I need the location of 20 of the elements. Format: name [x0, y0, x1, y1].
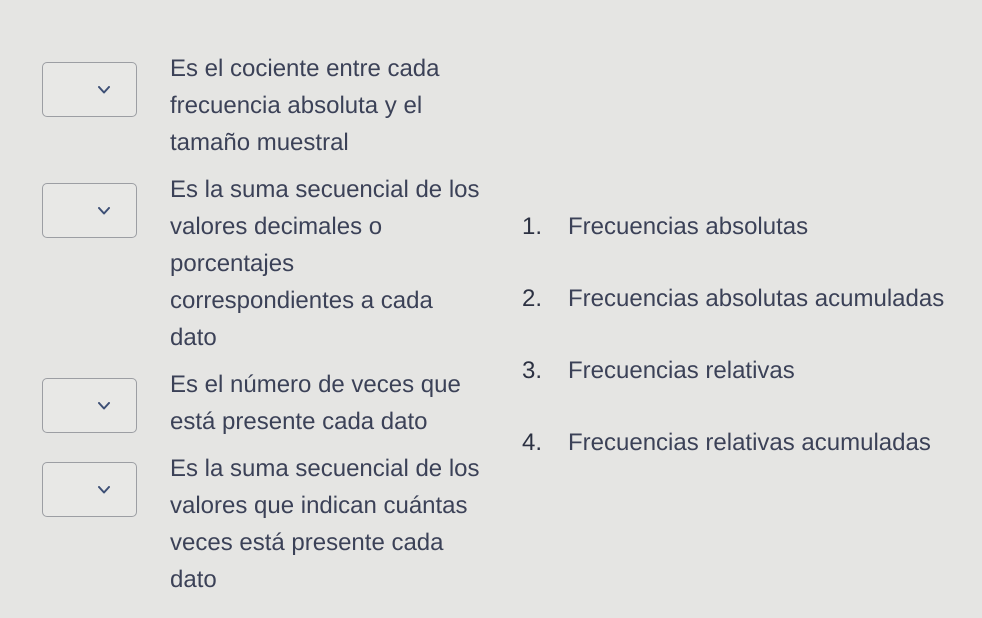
chevron-down-icon: [98, 86, 110, 94]
option-number: 2.: [522, 284, 544, 314]
option-number: 3.: [522, 356, 544, 386]
answer-dropdown[interactable]: [42, 62, 137, 117]
option-number: 1.: [522, 212, 544, 242]
chevron-down-icon: [98, 206, 110, 214]
answer-dropdown[interactable]: [42, 183, 137, 238]
chevron-down-icon: [98, 486, 110, 494]
statement-text: Es el número de veces que está presente cada dato: [170, 370, 462, 437]
answer-dropdown[interactable]: [42, 378, 137, 433]
answer-dropdown[interactable]: [42, 462, 137, 517]
option-label: Frecuencias relativas acumuladas: [568, 428, 931, 458]
option-label: Frecuencias relativas: [568, 356, 795, 386]
statement-text: Es el cociente entre cada frecuencia absoluta y el tamaño muestral: [170, 54, 440, 158]
option-label: Frecuencias absolutas: [568, 212, 808, 242]
statement-text: Es la suma secuencial de los valores que indican cuántas veces está presente cada dato: [170, 454, 480, 595]
statement-text: Es la suma secuencial de los valores decimales o porcentajes correspondientes a cada dato: [170, 175, 480, 353]
option-number: 4.: [522, 428, 544, 458]
option-label: Frecuencias absolutas acumuladas: [568, 284, 944, 314]
chevron-down-icon: [98, 402, 110, 410]
